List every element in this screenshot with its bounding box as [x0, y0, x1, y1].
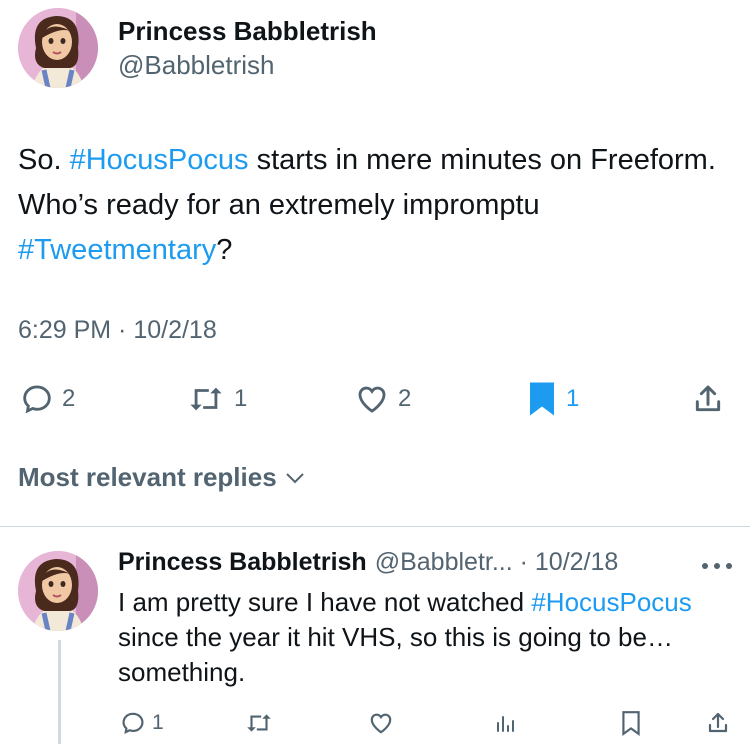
reply-text-part: I am pretty sure I have not watched [118, 587, 532, 617]
bookmark-icon [530, 382, 554, 416]
share-icon [708, 712, 728, 733]
tweet-text-part: ? [216, 234, 233, 266]
tweet-text-part: So. [18, 144, 70, 176]
bookmark-icon [622, 711, 640, 736]
hashtag-link[interactable]: #HocusPocus [531, 587, 691, 617]
reply-count: 2 [62, 385, 76, 412]
like-count: 2 [398, 385, 412, 412]
tweet-text: So. #HocusPocus starts in mere minutes o… [18, 138, 718, 273]
retweet-icon [247, 714, 271, 732]
like-icon [370, 713, 392, 734]
reply-views-button[interactable] [494, 708, 518, 738]
thread-line [58, 640, 61, 744]
reply-avatar[interactable] [18, 551, 98, 631]
hashtag-link[interactable]: #HocusPocus [70, 144, 249, 176]
reply-icon [23, 385, 51, 414]
reply-reply-button[interactable]: 1 [120, 708, 164, 738]
reply-like-button[interactable] [368, 708, 394, 738]
author-name[interactable]: Princess Babbletrish [118, 16, 377, 47]
replies-sort-label: Most relevant replies [18, 462, 277, 492]
avatar-image [18, 551, 98, 631]
author-handle[interactable]: @Babbletrish [118, 50, 274, 81]
reply-text-part: since the year it hit VHS, so this is go… [118, 622, 673, 687]
reply-reply-count: 1 [152, 711, 164, 734]
share-icon [695, 385, 721, 412]
bookmark-button[interactable]: 1 [526, 382, 579, 416]
like-button[interactable]: 2 [354, 382, 411, 416]
reply-meta[interactable]: @Babbletr... · 10/2/18 [375, 548, 619, 577]
retweet-button[interactable]: 1 [186, 382, 247, 416]
reply-bookmark-button[interactable] [620, 708, 642, 738]
bookmark-count: 1 [566, 385, 580, 412]
more-icon[interactable] [697, 556, 737, 576]
replies-sort-dropdown[interactable]: Most relevant replies [18, 462, 307, 493]
like-icon [358, 386, 386, 413]
reply-author-name[interactable]: Princess Babbletrish [118, 548, 367, 577]
reply-header: Princess Babbletrish @Babbletr... · 10/2… [118, 548, 618, 577]
reply-text: I am pretty sure I have not watched #Hoc… [118, 585, 728, 690]
avatar-image [18, 8, 98, 88]
avatar[interactable] [18, 8, 98, 88]
retweet-icon [190, 387, 222, 411]
reply-button[interactable]: 2 [20, 382, 75, 416]
reply-retweet-button[interactable] [244, 708, 274, 738]
tweet-timestamp[interactable]: 6:29 PM · 10/2/18 [18, 316, 217, 345]
divider [0, 526, 750, 527]
share-button[interactable] [692, 382, 724, 416]
views-icon [497, 716, 514, 732]
reply-icon [122, 712, 144, 734]
reply-share-button[interactable] [706, 708, 730, 738]
chevron-down-icon [285, 472, 304, 483]
hashtag-link[interactable]: #Tweetmentary [18, 234, 216, 266]
retweet-count: 1 [234, 385, 248, 412]
